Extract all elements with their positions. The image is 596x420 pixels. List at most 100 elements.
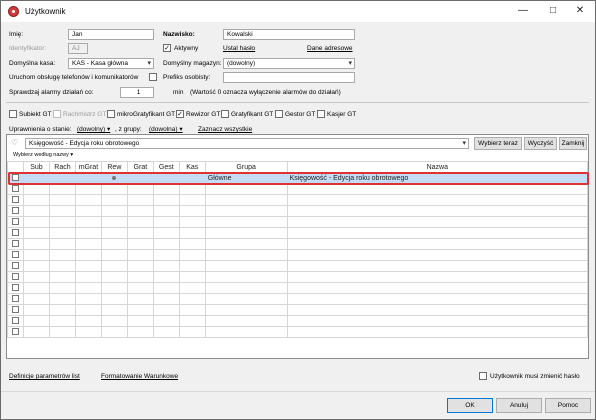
row-checkbox[interactable] (11, 317, 19, 325)
grid-cell[interactable] (178, 238, 206, 250)
row-checkbox-cell[interactable] (7, 216, 24, 228)
grid-cell[interactable] (22, 249, 50, 261)
grid-cell[interactable] (178, 194, 206, 206)
col-grat[interactable]: Grat (126, 161, 154, 173)
filter-select[interactable]: Księgowość - Edycja roku obrotowego (25, 138, 469, 149)
grid-cell[interactable] (74, 183, 102, 195)
row-checkbox[interactable] (11, 273, 19, 281)
table-row[interactable] (7, 260, 589, 272)
ok-button[interactable]: OK (447, 398, 493, 413)
grid-cell[interactable] (204, 183, 288, 195)
grid-cell[interactable] (100, 326, 128, 338)
row-checkbox[interactable] (11, 207, 19, 215)
grid-cell[interactable] (204, 238, 288, 250)
grid-cell[interactable] (100, 227, 128, 239)
row-checkbox-cell[interactable] (7, 293, 24, 305)
grid-cell[interactable] (22, 260, 50, 272)
grid-cell[interactable] (100, 315, 128, 327)
grid-cell[interactable] (74, 282, 102, 294)
grid-cell[interactable] (48, 304, 76, 316)
grid-cell[interactable] (286, 249, 589, 261)
grid-cell[interactable] (48, 194, 76, 206)
grid-cell[interactable] (48, 271, 76, 283)
grid-cell[interactable] (286, 304, 589, 316)
row-checkbox-cell[interactable] (7, 205, 24, 217)
default-warehouse-select[interactable]: (dowolny) (223, 58, 355, 69)
grid-cell[interactable] (126, 238, 154, 250)
table-row[interactable] (7, 216, 589, 228)
grid-cell[interactable] (286, 326, 589, 338)
grid-cell[interactable] (286, 194, 589, 206)
grid-cell[interactable] (126, 282, 154, 294)
grid-cell[interactable] (178, 315, 206, 327)
table-row[interactable]: Główne Księgowość - Edycja roku obrotowe… (7, 172, 589, 184)
grid-cell[interactable] (126, 293, 154, 305)
row-checkbox-cell[interactable] (7, 260, 24, 272)
grid-cell[interactable] (126, 216, 154, 228)
row-checkbox[interactable] (11, 240, 19, 248)
table-row[interactable] (7, 326, 589, 338)
grid-cell[interactable] (74, 271, 102, 283)
table-row[interactable] (7, 205, 589, 217)
col-kas[interactable]: Kas (178, 161, 206, 173)
grid-cell[interactable] (286, 293, 589, 305)
table-row[interactable] (7, 271, 589, 283)
role-checkbox-gratyfikant[interactable] (221, 110, 229, 118)
table-row[interactable] (7, 238, 589, 250)
grid-cell[interactable] (100, 249, 128, 261)
grid-cell[interactable] (100, 216, 128, 228)
grid-cell[interactable] (286, 282, 589, 294)
grid-cell[interactable] (152, 271, 180, 283)
col-gest[interactable]: Gest (152, 161, 180, 173)
grid-cell[interactable] (74, 304, 102, 316)
role-checkbox-gestor[interactable] (275, 110, 283, 118)
grid-cell[interactable] (48, 249, 76, 261)
grid-cell[interactable] (204, 205, 288, 217)
grid-cell[interactable] (204, 293, 288, 305)
cell-kas[interactable] (178, 172, 206, 184)
definitions-link[interactable]: Definicje parametrów list (9, 372, 80, 381)
grid-cell[interactable] (74, 194, 102, 206)
row-checkbox-cell[interactable] (7, 326, 24, 338)
address-link[interactable]: Dane adresowe (307, 44, 353, 53)
grid-cell[interactable] (126, 260, 154, 272)
grid-cell[interactable] (152, 315, 180, 327)
grid-cell[interactable] (100, 293, 128, 305)
cell-mgrat[interactable] (74, 172, 102, 184)
set-password-link[interactable]: Ustal hasło (223, 44, 255, 53)
grid-cell[interactable] (48, 205, 76, 217)
cancel-button[interactable]: Anuluj (496, 398, 542, 413)
table-row[interactable] (7, 227, 589, 239)
grid-cell[interactable] (204, 227, 288, 239)
col-mgrat[interactable]: mGrat (74, 161, 102, 173)
grid-cell[interactable] (178, 260, 206, 272)
alarm-field[interactable]: 1 (120, 87, 154, 98)
grid-cell[interactable] (22, 183, 50, 195)
grid-cell[interactable] (126, 205, 154, 217)
row-checkbox[interactable] (11, 295, 19, 303)
table-row[interactable] (7, 183, 589, 195)
row-checkbox[interactable] (11, 262, 19, 270)
row-checkbox-cell[interactable] (7, 183, 24, 195)
table-row[interactable] (7, 282, 589, 294)
grid-cell[interactable] (22, 304, 50, 316)
grid-cell[interactable] (126, 227, 154, 239)
grid-cell[interactable] (152, 260, 180, 272)
maximize-icon[interactable]: □ (540, 3, 566, 19)
grid-cell[interactable] (152, 326, 180, 338)
choose-now-button[interactable]: Wybierz teraz (474, 137, 522, 150)
grid-cell[interactable] (204, 326, 288, 338)
grid-cell[interactable] (22, 205, 50, 217)
table-row[interactable] (7, 315, 589, 327)
grid-cell[interactable] (152, 293, 180, 305)
role-checkbox-kasjer[interactable] (317, 110, 325, 118)
group-dropdown[interactable]: (dowolna) ▾ (149, 125, 183, 134)
grid-cell[interactable] (152, 205, 180, 217)
grid-cell[interactable] (126, 326, 154, 338)
grid-cell[interactable] (286, 183, 589, 195)
col-rew[interactable]: Rew (100, 161, 128, 173)
grid-cell[interactable] (74, 326, 102, 338)
cell-sub[interactable] (22, 172, 50, 184)
grid-cell[interactable] (152, 227, 180, 239)
grid-cell[interactable] (178, 293, 206, 305)
